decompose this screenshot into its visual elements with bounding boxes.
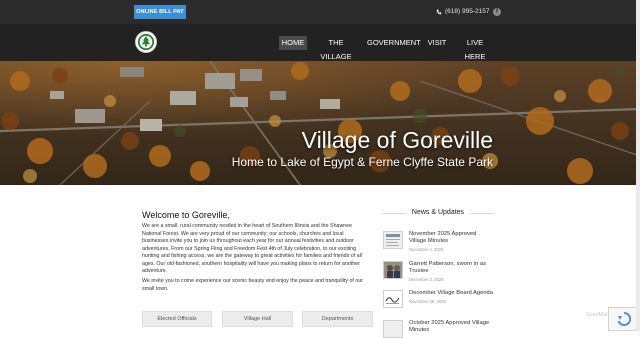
online-bill-pay-button[interactable]: ONLINE BILL PAY xyxy=(134,5,186,19)
news-thumbnail-photo-icon xyxy=(383,261,403,279)
phone-number[interactable]: (618) 995-2157 xyxy=(436,8,489,15)
page-scrollbar[interactable] xyxy=(636,0,640,331)
news-item[interactable]: Garrett Patterson, sworn in as Trustee D… xyxy=(383,261,493,285)
news-date: December 4, 2025 xyxy=(409,247,444,252)
news-item[interactable]: October 2025 Approved Village Minutes xyxy=(383,320,493,338)
hero-subtitle: Home to Lake of Egypt & Ferne Clyffe Sta… xyxy=(231,155,493,169)
logo-graphic xyxy=(137,33,155,51)
nav-visit[interactable]: VISIT xyxy=(426,36,448,50)
nav-live-here[interactable]: LIVE HERE xyxy=(456,36,494,61)
news-date: December 3, 2025 xyxy=(409,277,444,282)
top-bar xyxy=(0,0,640,24)
news-item[interactable]: December Village Board Agenda November 2… xyxy=(383,290,493,310)
nav-home[interactable]: HOME xyxy=(279,36,307,50)
news-title[interactable]: December Village Board Agenda xyxy=(409,290,493,297)
news-date: November 28, 2025 xyxy=(409,299,446,304)
village-seal-logo[interactable] xyxy=(135,31,157,53)
news-heading: News & Updates xyxy=(411,209,465,216)
news-item[interactable]: November 2025 Approved Village Minutes D… xyxy=(383,231,493,255)
news-title[interactable]: November 2025 Approved Village Minutes xyxy=(409,231,493,246)
news-thumbnail-document-icon xyxy=(383,290,403,308)
phone-icon xyxy=(436,9,442,14)
news-thumbnail-document-icon xyxy=(383,320,403,338)
news-title[interactable]: Garrett Patterson, sworn in as Trustee xyxy=(409,261,493,276)
nav-government[interactable]: GOVERNMENT xyxy=(367,36,421,50)
facebook-icon[interactable]: f xyxy=(493,8,501,16)
phone-text: (618) 995-2157 xyxy=(445,8,490,15)
welcome-paragraph-1: We are a small, rural community nestled … xyxy=(142,223,362,274)
watermark-text: ScanMal xyxy=(586,312,608,318)
welcome-paragraph-2: We invite you to come experience our sce… xyxy=(142,278,364,292)
news-thumbnail-document-icon xyxy=(383,231,403,249)
welcome-heading: Welcome to Goreville, xyxy=(142,210,230,220)
village-hall-button[interactable]: Village Hall xyxy=(222,311,293,327)
nav-the-village[interactable]: THE VILLAGE xyxy=(313,36,359,61)
news-title[interactable]: October 2025 Approved Village Minutes xyxy=(409,320,493,335)
elected-officials-button[interactable]: Elected Officials xyxy=(142,311,212,327)
hero-title: Village of Goreville xyxy=(301,127,493,153)
departments-button[interactable]: Departments xyxy=(302,311,373,327)
